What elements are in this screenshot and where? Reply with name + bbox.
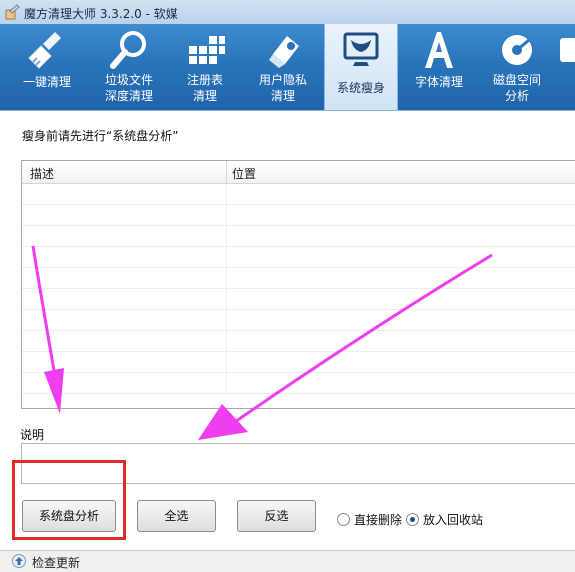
toolbar-item-label: 一键清理 [22,75,71,89]
radio-move-to-recycle-bin[interactable]: 放入回收站 [406,511,483,528]
toolbar-item-label: 字体清理 [414,75,463,89]
empty-row [22,352,575,373]
empty-row [22,373,575,394]
column-header-description[interactable]: 描述 [30,165,54,182]
select-all-button[interactable]: 全选 [137,500,216,532]
toolbar-item-registry[interactable]: 注册表 清理 [168,24,242,110]
broom-icon [28,32,61,69]
radio-indicator [406,513,419,526]
toolbar-item-label: 注册表 清理 [186,73,223,103]
font-a-icon [425,32,453,68]
empty-row [22,226,575,247]
analysis-hint: 瘦身前请先进行“系统盘分析” [22,129,179,143]
privacy-eraser-icon [269,36,299,68]
toolbar-item-label: 用户隐私 清理 [258,73,307,103]
system-slim-panel: 瘦身前请先进行“系统盘分析” 描述 位置 说明 系统盘分析 全选 反选 直接删除… [0,110,575,551]
toolbar-item-label: 垃圾文件 深度清理 [104,73,153,103]
description-label: 说明 [20,428,45,442]
toolbar-item-junk-files[interactable]: 垃圾文件 深度清理 [90,24,168,110]
check-update-link[interactable]: 检查更新 [32,554,80,571]
monitor-icon [343,32,379,66]
toolbar-item-font-clean[interactable]: 字体清理 [398,24,480,110]
toolbar-item-label: 磁盘空间 分析 [492,73,541,103]
toolbar-item-privacy[interactable]: 用户隐私 清理 [242,24,324,110]
empty-row [22,268,575,289]
empty-row [22,310,575,331]
window-title: 魔方清理大师 3.3.2.0 - 软媒 [24,7,178,21]
disk-icon [502,35,532,65]
toolbar-item-label: 系统瘦身 [336,81,385,95]
empty-row [22,331,575,352]
status-bar: 检查更新 [0,550,575,572]
empty-row [22,205,575,226]
title-bar: 魔方清理大师 3.3.2.0 - 软媒 [0,0,575,24]
magnifier-icon [110,31,146,69]
toolbar-item-one-click-clean[interactable]: 一键清理 [4,24,90,110]
radio-indicator [337,513,350,526]
toolbar-item-more[interactable] [556,24,575,110]
toolbar-item-system-slim[interactable]: 系统瘦身 [324,24,398,110]
invert-selection-button[interactable]: 反选 [237,500,316,532]
result-list[interactable]: 描述 位置 [21,160,575,409]
update-arrow-icon[interactable] [12,554,26,568]
main-toolbar: 一键清理 垃圾文件 深度清理 注册表 清理 用户隐私 清理 系统瘦身 字体清理 … [0,24,575,110]
app-logo-icon [5,4,20,20]
list-body [22,184,575,408]
highlight-box [12,460,126,540]
empty-row [22,184,575,205]
toolbar-item-disk-analysis[interactable]: 磁盘空间 分析 [480,24,554,110]
partial-toolbar-icon [560,38,575,62]
column-header-location[interactable]: 位置 [232,165,256,182]
empty-row [22,247,575,268]
radio-delete-directly[interactable]: 直接删除 [337,511,402,528]
registry-blocks-icon [189,36,225,64]
list-header: 描述 位置 [22,161,575,184]
empty-row [22,289,575,310]
